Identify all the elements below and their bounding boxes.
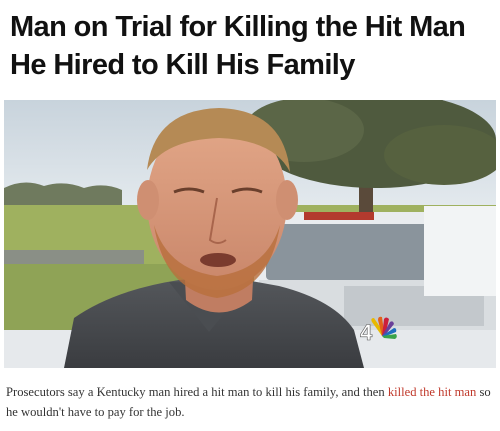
article-headline: Man on Trial for Killing the Hit Man He …: [10, 11, 466, 81]
photo-caption: Prosecutors say a Kentucky man hired a h…: [6, 382, 496, 422]
killed-hit-man-link[interactable]: killed the hit man: [388, 385, 477, 399]
caption-text-before: Prosecutors say a Kentucky man hired a h…: [6, 385, 388, 399]
article-photo: 4: [4, 100, 496, 368]
channel-number: 4: [360, 320, 373, 345]
